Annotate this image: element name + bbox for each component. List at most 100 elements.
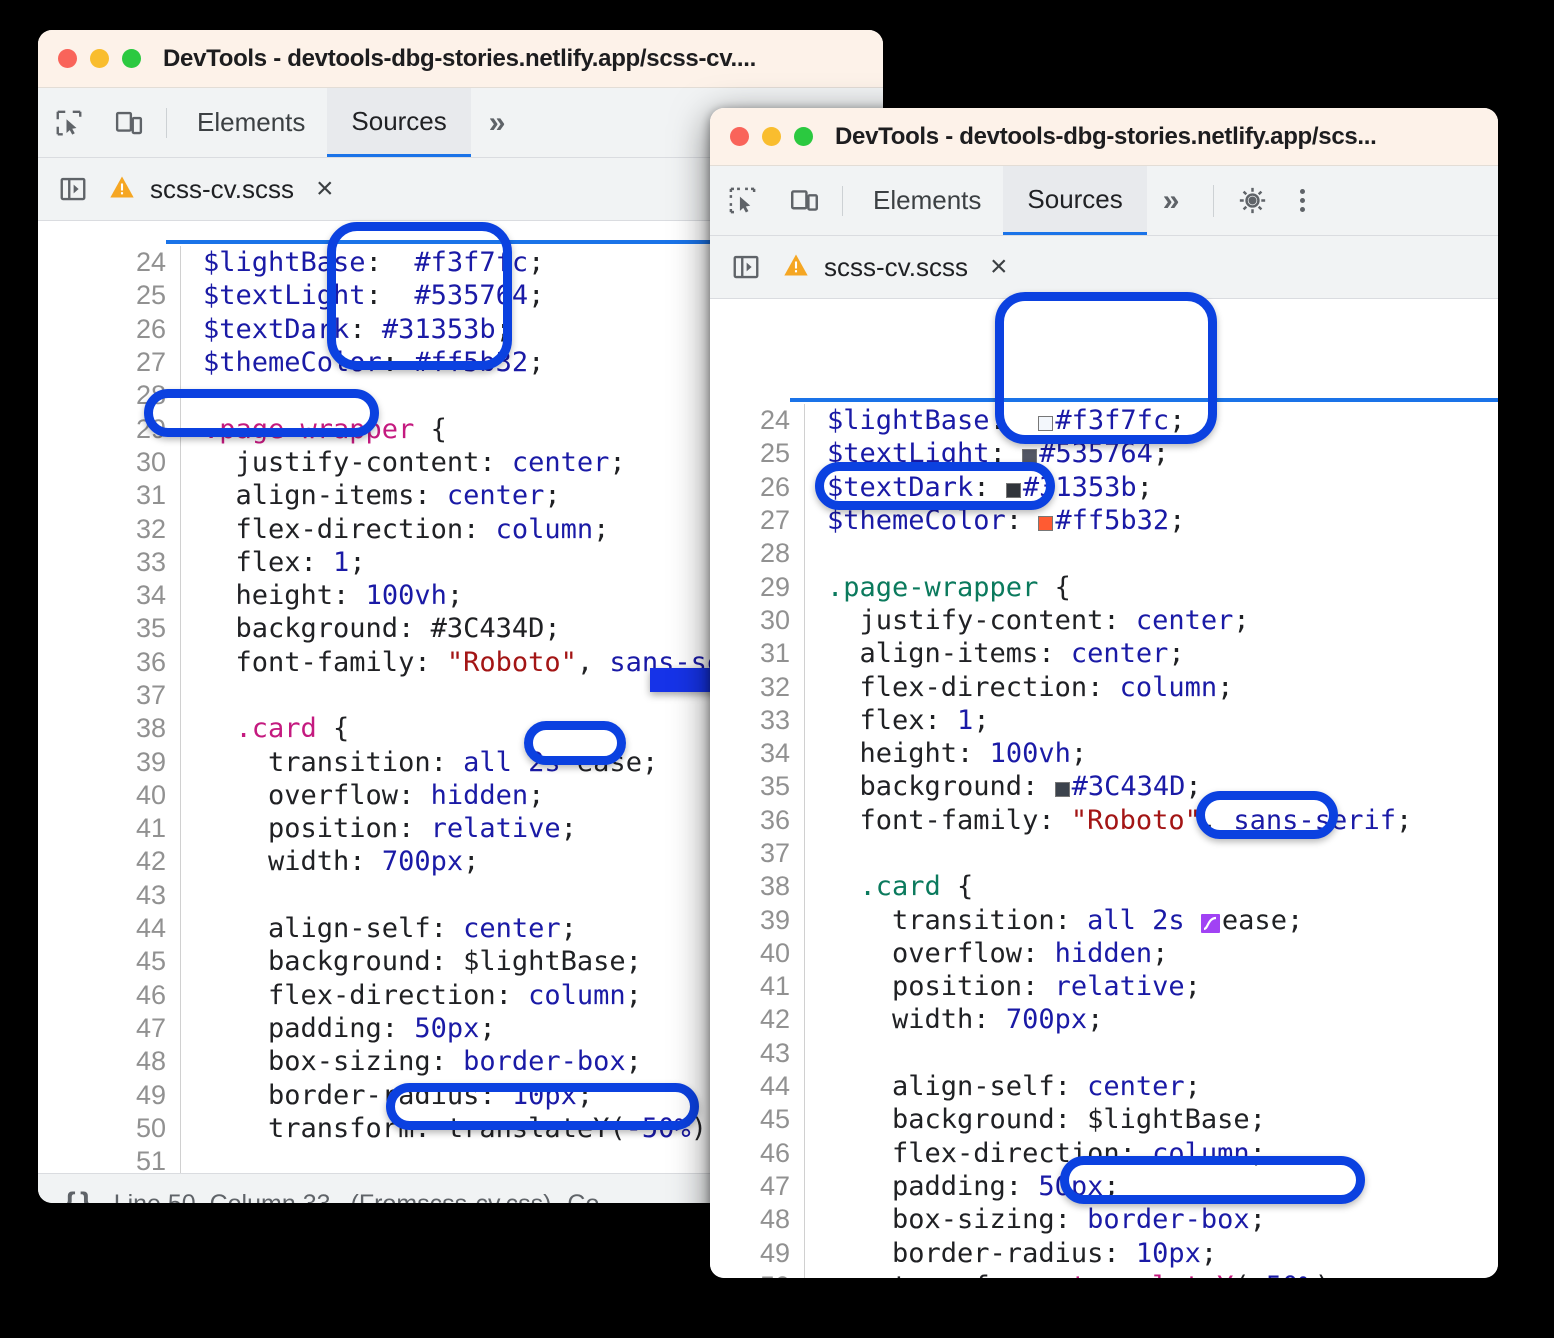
code-text[interactable]: $textDark: #31353b; [805, 472, 1498, 503]
code-text[interactable]: box-sizing: border-box; [805, 1204, 1498, 1235]
source-origin-suffix: ) [543, 1190, 551, 1204]
code-line[interactable]: 25$textLight: #535764; [710, 437, 1498, 470]
code-text[interactable]: flex: 1; [805, 705, 1498, 736]
code-text[interactable]: align-items: center; [805, 638, 1498, 669]
code-token: ; [1217, 672, 1233, 703]
tab-sources[interactable]: Sources [1003, 166, 1146, 235]
close-button[interactable] [58, 49, 77, 68]
code-line[interactable]: 28 [710, 537, 1498, 570]
code-text[interactable]: flex-direction: column; [805, 672, 1498, 703]
code-line[interactable]: 45 background: $lightBase; [710, 1103, 1498, 1136]
code-line[interactable]: 36 font-family: "Roboto", sans-serif; [710, 804, 1498, 837]
code-text[interactable]: .page-wrapper { [805, 572, 1498, 603]
device-toolbar-icon[interactable] [100, 88, 158, 157]
code-text[interactable]: $themeColor: #ff5b32; [805, 505, 1498, 536]
color-swatch[interactable] [1055, 782, 1070, 797]
format-source-icon[interactable]: { } [64, 1187, 90, 1203]
close-button[interactable] [730, 127, 749, 146]
warning-triangle-icon [108, 173, 136, 206]
file-tab-scss[interactable]: scss-cv.scss × [782, 250, 1007, 284]
code-text[interactable]: position: relative; [805, 971, 1498, 1002]
traffic-lights-front[interactable] [730, 127, 813, 146]
code-text[interactable]: border-radius: 10px; [805, 1238, 1498, 1269]
code-line[interactable]: 41 position: relative; [710, 970, 1498, 1003]
code-text[interactable]: $textLight: #535764; [805, 438, 1498, 469]
code-line[interactable]: 42 width: 700px; [710, 1003, 1498, 1036]
close-icon[interactable]: × [316, 172, 334, 206]
file-tab-scss[interactable]: scss-cv.scss × [108, 172, 333, 206]
close-icon[interactable]: × [990, 250, 1008, 284]
file-tab-strip-front[interactable]: scss-cv.scss × [710, 236, 1498, 299]
tab-elements[interactable]: Elements [175, 88, 327, 157]
code-line[interactable]: 32 flex-direction: column; [710, 670, 1498, 703]
code-text[interactable]: flex-direction: column; [805, 1138, 1498, 1169]
code-line[interactable]: 34 height: 100vh; [710, 737, 1498, 770]
minimize-button[interactable] [90, 49, 109, 68]
code-line[interactable]: 43 [710, 1037, 1498, 1070]
code-line[interactable]: 46 flex-direction: column; [710, 1137, 1498, 1170]
titlebar-front[interactable]: DevTools - devtools-dbg-stories.netlify.… [710, 108, 1498, 166]
cubic-bezier-icon[interactable] [1201, 914, 1220, 933]
code-text[interactable]: font-family: "Roboto", sans-serif; [805, 805, 1498, 836]
more-tabs-icon[interactable]: » [1147, 184, 1196, 218]
code-line[interactable]: 27$themeColor: #ff5b32; [710, 504, 1498, 537]
zoom-button[interactable] [122, 49, 141, 68]
code-token: center [1071, 638, 1169, 669]
code-line[interactable]: 38 .card { [710, 870, 1498, 903]
show-navigator-icon[interactable] [710, 236, 782, 298]
code-text[interactable]: padding: 50px; [805, 1171, 1498, 1202]
code-line[interactable]: 35 background: #3C434D; [710, 770, 1498, 803]
color-swatch[interactable] [1006, 483, 1021, 498]
zoom-button[interactable] [794, 127, 813, 146]
code-text[interactable]: transition: all 2s ease; [805, 905, 1498, 936]
inspect-element-icon[interactable] [710, 166, 774, 235]
show-navigator-icon[interactable] [38, 158, 108, 220]
gutter-divider [180, 1145, 181, 1173]
gear-icon[interactable] [1224, 166, 1280, 235]
tab-sources[interactable]: Sources [327, 88, 470, 157]
color-swatch[interactable] [1022, 449, 1037, 464]
code-line[interactable]: 37 [710, 837, 1498, 870]
code-line[interactable]: 33 flex: 1; [710, 704, 1498, 737]
more-tabs-icon[interactable]: » [471, 106, 524, 140]
code-editor-front[interactable]: 24$lightBase: #f3f7fc;25$textLight: #535… [710, 404, 1498, 1278]
color-swatch[interactable] [1038, 516, 1053, 531]
code-text[interactable]: justify-content: center; [805, 605, 1498, 636]
code-line[interactable]: 47 padding: 50px; [710, 1170, 1498, 1203]
code-line[interactable]: 31 align-items: center; [710, 637, 1498, 670]
code-token: ; [463, 846, 479, 877]
code-text[interactable]: overflow: hidden; [805, 938, 1498, 969]
code-line[interactable]: 26$textDark: #31353b; [710, 471, 1498, 504]
code-token: #ff5b32 [414, 347, 528, 378]
more-options-icon[interactable] [1280, 166, 1324, 235]
inspect-element-icon[interactable] [38, 88, 100, 157]
code-line[interactable]: 49 border-radius: 10px; [710, 1236, 1498, 1269]
code-text[interactable]: height: 100vh; [805, 738, 1498, 769]
titlebar-back[interactable]: DevTools - devtools-dbg-stories.netlify.… [38, 30, 883, 88]
code-line[interactable]: 50 transform: translateY(-50%); [710, 1270, 1498, 1278]
code-text[interactable]: background: $lightBase; [805, 1104, 1498, 1135]
traffic-lights-back[interactable] [58, 49, 141, 68]
minimize-button[interactable] [762, 127, 781, 146]
code-text[interactable]: align-self: center; [805, 1071, 1498, 1102]
code-line[interactable]: 44 align-self: center; [710, 1070, 1498, 1103]
coverage-label[interactable]: Co [567, 1190, 599, 1204]
devtools-window-front[interactable]: DevTools - devtools-dbg-stories.netlify.… [710, 108, 1498, 1278]
code-text[interactable]: background: #3C434D; [805, 771, 1498, 802]
code-line[interactable]: 24$lightBase: #f3f7fc; [710, 404, 1498, 437]
code-token: -50% [1250, 1271, 1315, 1278]
code-text[interactable]: transform: translateY(-50%); [805, 1271, 1498, 1278]
code-text[interactable]: .card { [805, 871, 1498, 902]
code-text[interactable]: $lightBase: #f3f7fc; [805, 405, 1498, 436]
tab-elements[interactable]: Elements [851, 166, 1003, 235]
code-line[interactable]: 40 overflow: hidden; [710, 937, 1498, 970]
source-origin-link[interactable]: scss-cv.css [417, 1190, 543, 1204]
code-line[interactable]: 30 justify-content: center; [710, 604, 1498, 637]
color-swatch[interactable] [1038, 416, 1053, 431]
code-line[interactable]: 48 box-sizing: border-box; [710, 1203, 1498, 1236]
code-line[interactable]: 39 transition: all 2s ease; [710, 903, 1498, 936]
code-text[interactable]: width: 700px; [805, 1004, 1498, 1035]
code-line[interactable]: 29.page-wrapper { [710, 570, 1498, 603]
devtools-toolbar-front[interactable]: Elements Sources » [710, 166, 1498, 236]
device-toolbar-icon[interactable] [774, 166, 834, 235]
